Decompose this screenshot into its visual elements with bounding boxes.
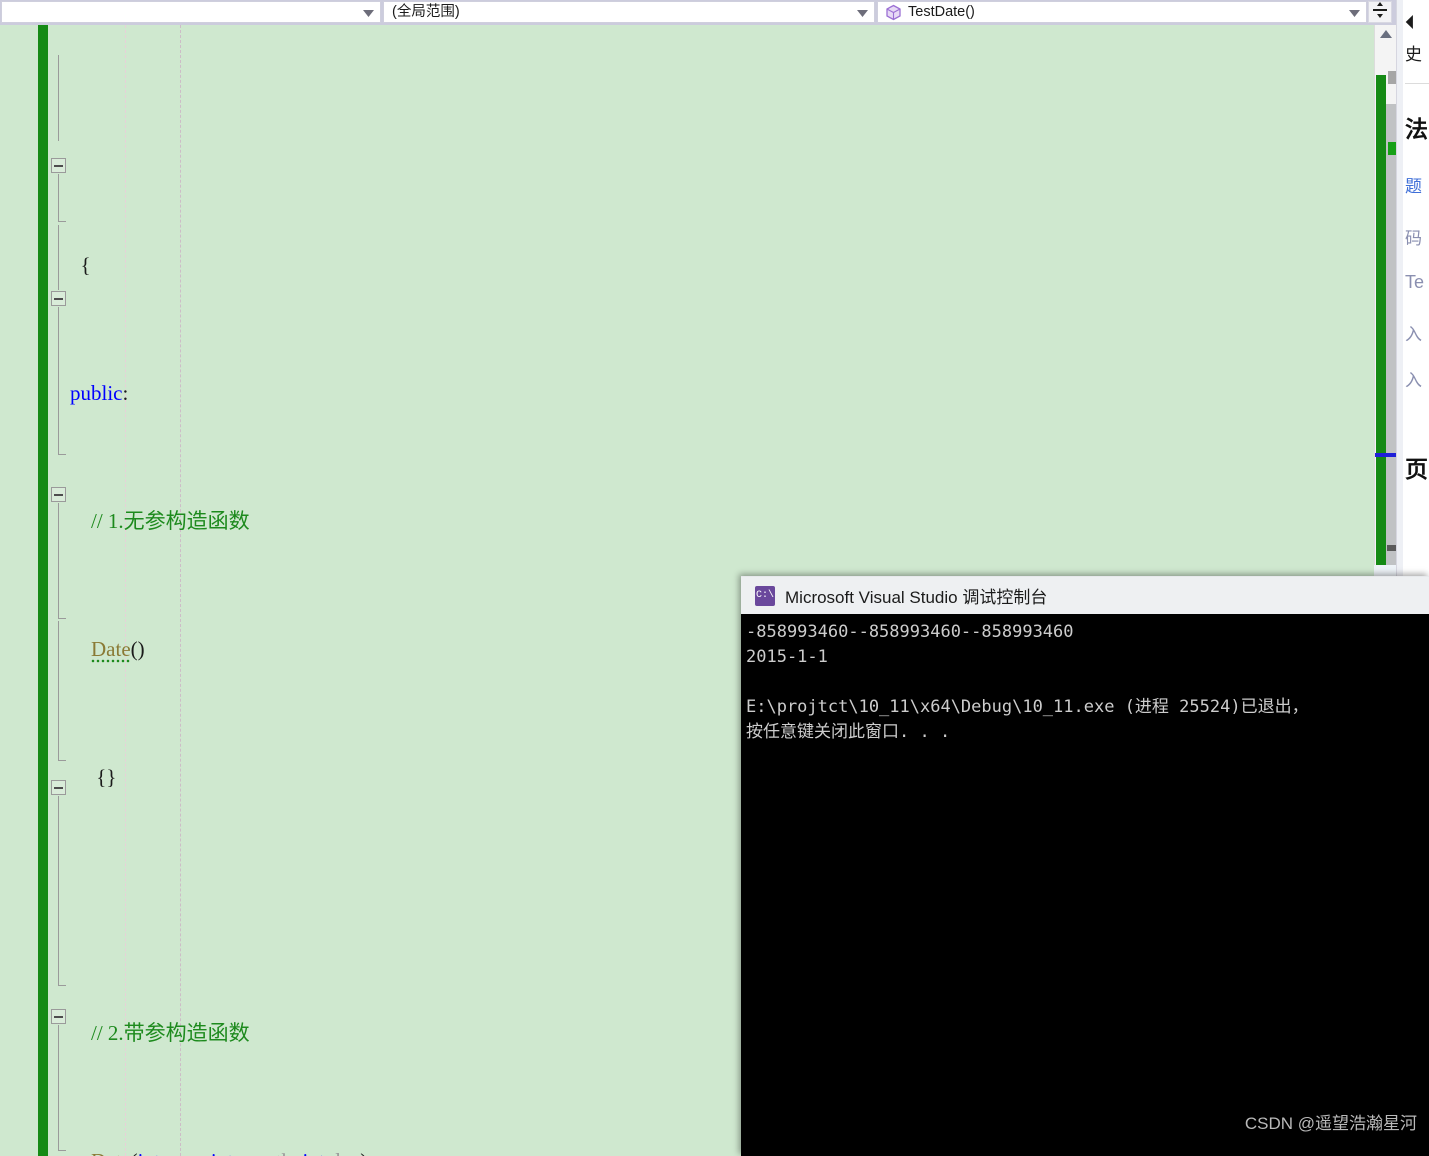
keyword-int: int [138,1149,160,1156]
fold-toggle-main[interactable] [51,1009,66,1024]
fold-end-tick [58,1150,66,1151]
fold-end-tick [58,760,66,761]
fold-guide-line [58,55,59,141]
fold-guide-line [58,174,59,222]
panel-row-input-2[interactable]: 入 [1405,366,1429,391]
scope-selector-combo[interactable]: (全局范围) [383,1,875,23]
code-folding-column[interactable] [48,25,70,1156]
glyph-margin[interactable] [0,25,38,1156]
fold-toggle-date-param-ctor[interactable] [51,291,66,306]
fold-guide-line [58,621,59,761]
fold-end-tick [58,985,66,986]
split-editor-icon [1372,1,1388,24]
panel-row-input-1[interactable]: 入 [1405,320,1429,345]
panel-row-history[interactable]: 史 [1405,40,1429,65]
param-day: day [330,1149,360,1156]
member-selector-combo[interactable]: TestDate() [877,1,1367,23]
chevron-down-icon[interactable] [363,2,374,22]
editor-navigation-bar: (全局范围) TestDate() [0,0,1429,25]
panel-row-page[interactable]: 页 [1405,450,1429,484]
scrollbar-caret-marker [1375,453,1397,457]
scroll-up-arrow-icon[interactable] [1375,25,1397,43]
identifier-date-ctor: Date [91,637,131,666]
console-output[interactable]: -858993460--858993460--858993460 2015-1-… [741,614,1429,1156]
fold-end-tick [58,221,66,222]
method-cube-icon [885,4,902,21]
chevron-down-icon[interactable] [1349,2,1360,22]
fold-guide-line [58,1025,59,1151]
debug-console-window[interactable]: C:\ Microsoft Visual Studio 调试控制台 -85899… [741,576,1429,1156]
fold-toggle-date-default-ctor[interactable] [51,158,66,173]
comment-param-ctor: // 2.带参构造函数 [91,1021,250,1045]
panel-row-topic[interactable]: 题 [1405,172,1429,197]
scrollbar-thumb[interactable] [1386,104,1396,589]
csdn-watermark: CSDN @遥望浩瀚星河 [1244,1114,1417,1133]
chevron-down-icon[interactable] [857,2,868,22]
fold-guide-line [58,503,59,619]
split-editor-button[interactable] [1368,1,1392,23]
param-month: month [238,1149,292,1156]
unsaved-change-bar [38,25,48,1156]
comment-no-arg-ctor: // 1.无参构造函数 [91,509,250,533]
console-title-text: Microsoft Visual Studio 调试控制台 [785,588,1048,607]
code-line[interactable]: // 1.无参构造函数 [70,505,1374,537]
fold-toggle-testdate[interactable] [51,780,66,795]
fold-guide-line [58,307,59,455]
identifier-date-ctor2: Date [91,1149,131,1156]
project-selector-combo[interactable] [1,1,381,23]
member-selector-value: TestDate() [908,4,975,20]
scope-selector-value: (全局范围) [392,4,460,20]
keyword-int: int [211,1149,233,1156]
keyword-public: public [70,381,123,405]
code-line[interactable]: { [70,249,1374,281]
panel-row-method[interactable]: 法 [1405,110,1429,144]
fold-end-tick [58,454,66,455]
code-line[interactable]: public: [70,377,1374,409]
keyword-int: int [302,1149,324,1156]
fold-guide-line [58,796,59,986]
param-year: year [165,1149,200,1156]
fold-toggle-print[interactable] [51,487,66,502]
panel-row-test[interactable]: Te [1405,272,1429,293]
editor-vertical-scrollbar[interactable] [1374,25,1398,590]
panel-row-code[interactable]: 码 [1405,224,1429,249]
history-clock-icon[interactable]: ⏴ [1405,12,1429,35]
fold-end-tick [58,618,66,619]
panel-divider [1405,83,1429,84]
fold-guide-line [58,225,59,290]
cmd-console-icon: C:\ [755,585,775,606]
scrollbar-change-bar [1376,75,1386,590]
console-title-bar[interactable]: C:\ Microsoft Visual Studio 调试控制台 [741,576,1429,614]
